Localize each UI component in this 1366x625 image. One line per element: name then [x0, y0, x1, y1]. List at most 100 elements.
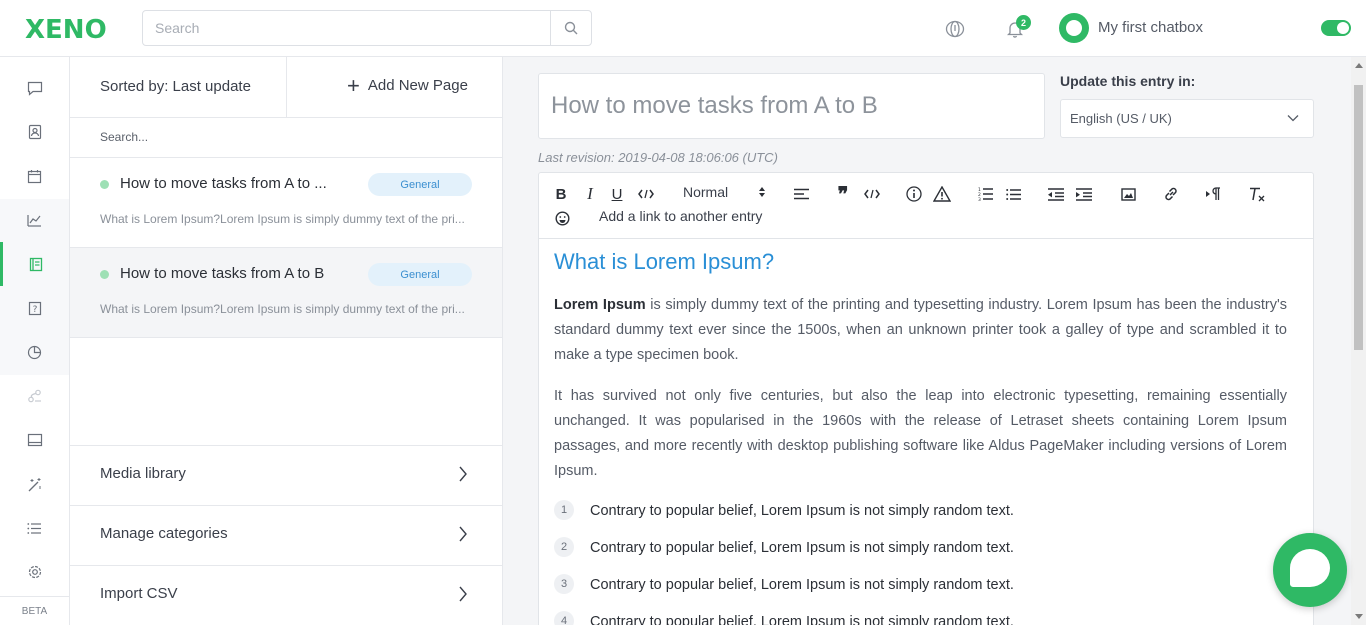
header-divider: [286, 57, 287, 118]
list-item-text: Contrary to popular belief, Lorem Ipsum …: [590, 577, 1014, 593]
link-icon[interactable]: [1162, 184, 1180, 204]
magic-wand-icon[interactable]: [0, 463, 69, 507]
media-library-label: Media library: [100, 465, 186, 482]
manage-categories-link[interactable]: Manage categories: [70, 505, 502, 565]
text-direction-icon[interactable]: [1204, 184, 1222, 204]
global-search-input[interactable]: [143, 11, 551, 45]
help-icon[interactable]: ?: [0, 286, 69, 330]
format-select-value: Normal: [683, 184, 729, 200]
chatbox-name[interactable]: My first chatbox: [1098, 19, 1203, 36]
content-paragraph: It has survived not only five centuries,…: [554, 388, 1287, 479]
underline-button[interactable]: U: [610, 184, 624, 204]
search-button[interactable]: [550, 11, 591, 45]
list-item: 1 Contrary to popular belief, Lorem Ipsum…: [554, 500, 1287, 537]
list-item: 3 Contrary to popular belief, Lorem Ipsum…: [554, 574, 1287, 611]
status-dot: [100, 180, 109, 189]
bold-button[interactable]: B: [554, 184, 568, 204]
emoji-icon[interactable]: [554, 208, 570, 228]
italic-button[interactable]: I: [583, 184, 597, 204]
list-item-text: Contrary to popular belief, Lorem Ipsum …: [590, 503, 1014, 519]
bold-text: Lorem Ipsum: [554, 297, 646, 313]
nav-rail: ? BETA: [0, 57, 70, 625]
add-page-button[interactable]: + Add New Page: [347, 72, 468, 98]
chevron-right-icon: [459, 466, 467, 482]
clear-format-icon[interactable]: [1248, 184, 1266, 204]
page-list-item[interactable]: How to move tasks from A to ... General …: [70, 158, 502, 248]
list-item-text: Contrary to popular belief, Lorem Ipsum …: [590, 540, 1014, 556]
sort-selector[interactable]: Sorted by: Last update: [100, 78, 251, 95]
paragraph-text: is simply dummy text of the printing and…: [554, 297, 1287, 363]
analytics-icon[interactable]: [0, 198, 69, 242]
language-select[interactable]: English (US / UK): [1060, 99, 1314, 138]
help-circle-icon[interactable]: [944, 18, 966, 40]
list-number: 2: [554, 537, 574, 557]
chatbox-toggle[interactable]: [1321, 20, 1351, 36]
scroll-down-arrow-icon[interactable]: [1355, 614, 1363, 619]
entry-title-input[interactable]: [539, 74, 1019, 138]
outdent-icon[interactable]: [1047, 184, 1065, 204]
content-heading: What is Lorem Ipsum?: [554, 249, 775, 274]
knowledge-base-icon[interactable]: [0, 242, 69, 286]
beta-label: BETA: [0, 596, 69, 625]
last-revision: Last revision: 2019-04-08 18:06:06 (UTC): [538, 150, 778, 165]
code-block-icon[interactable]: [863, 184, 881, 204]
quote-icon[interactable]: ❞: [836, 184, 850, 206]
settings-icon[interactable]: [0, 550, 69, 594]
import-csv-link[interactable]: Import CSV: [70, 565, 502, 625]
chevron-right-icon: [459, 586, 467, 602]
list-number: 4: [554, 611, 574, 625]
scroll-up-arrow-icon[interactable]: [1355, 63, 1363, 68]
media-library-link[interactable]: Media library: [70, 445, 502, 505]
pages-search-input[interactable]: [100, 118, 500, 156]
status-dot: [100, 270, 109, 279]
editor-toolbar: B I U Normal ❞ 123 Add a link to another…: [539, 173, 1313, 239]
ordered-list-icon[interactable]: 123: [977, 184, 993, 204]
page-item-title: How to move tasks from A to B: [120, 265, 325, 282]
warning-icon[interactable]: [933, 184, 951, 204]
chevron-right-icon: [459, 526, 467, 542]
align-icon[interactable]: [793, 184, 809, 204]
pages-search: [70, 118, 502, 158]
pie-chart-icon[interactable]: [0, 330, 69, 374]
pages-header: Sorted by: Last update + Add New Page: [70, 57, 502, 118]
xeno-logo[interactable]: XENO: [25, 15, 107, 45]
add-entry-link-button[interactable]: Add a link to another entry: [599, 208, 762, 224]
list-item-text: Contrary to popular belief, Lorem Ipsum …: [590, 614, 1014, 625]
category-tag: General: [368, 263, 472, 286]
info-icon[interactable]: [905, 184, 923, 204]
image-icon[interactable]: [1120, 184, 1136, 204]
chatbox-logo-icon[interactable]: [1059, 13, 1089, 43]
routing-icon[interactable]: [0, 374, 69, 418]
code-icon[interactable]: [637, 184, 655, 204]
format-select[interactable]: Normal: [683, 184, 766, 200]
contacts-icon[interactable]: [0, 110, 69, 154]
list-icon[interactable]: [0, 506, 69, 550]
language-value: English (US / UK): [1070, 111, 1172, 126]
chat-icon[interactable]: [0, 66, 69, 110]
scroll-thumb[interactable]: [1354, 85, 1363, 350]
page-list-item[interactable]: How to move tasks from A to B General Wh…: [70, 248, 502, 338]
svg-text:3: 3: [978, 197, 981, 201]
top-bar: XENO 2 My first chatbox: [0, 0, 1366, 57]
sort-arrows-icon: [759, 187, 766, 197]
indent-icon[interactable]: [1075, 184, 1093, 204]
list-number: 3: [554, 574, 574, 594]
calendar-icon[interactable]: [0, 154, 69, 198]
inbox-icon[interactable]: [0, 418, 69, 462]
list-item: 2 Contrary to popular belief, Lorem Ipsum…: [554, 537, 1287, 574]
editor-content[interactable]: What is Lorem Ipsum? Lorem Ipsum is simp…: [554, 249, 1287, 625]
content-paragraph: Lorem Ipsum is simply dummy text of the …: [554, 293, 1287, 368]
import-csv-label: Import CSV: [100, 585, 178, 602]
pages-panel: Sorted by: Last update + Add New Page Ho…: [70, 57, 503, 625]
chat-widget-button[interactable]: [1273, 533, 1347, 607]
page-item-title: How to move tasks from A to ...: [120, 175, 327, 192]
plus-icon: +: [347, 72, 360, 98]
manage-categories-label: Manage categories: [100, 525, 228, 542]
page-scrollbar[interactable]: [1351, 57, 1366, 625]
search-icon: [564, 21, 578, 35]
update-language-label: Update this entry in:: [1060, 73, 1196, 89]
bullet-list-icon[interactable]: [1005, 184, 1021, 204]
editor-area: Update this entry in: English (US / UK) …: [503, 57, 1351, 625]
add-page-label: Add New Page: [367, 77, 468, 94]
page-item-excerpt: What is Lorem Ipsum?Lorem Ipsum is simpl…: [100, 302, 465, 316]
